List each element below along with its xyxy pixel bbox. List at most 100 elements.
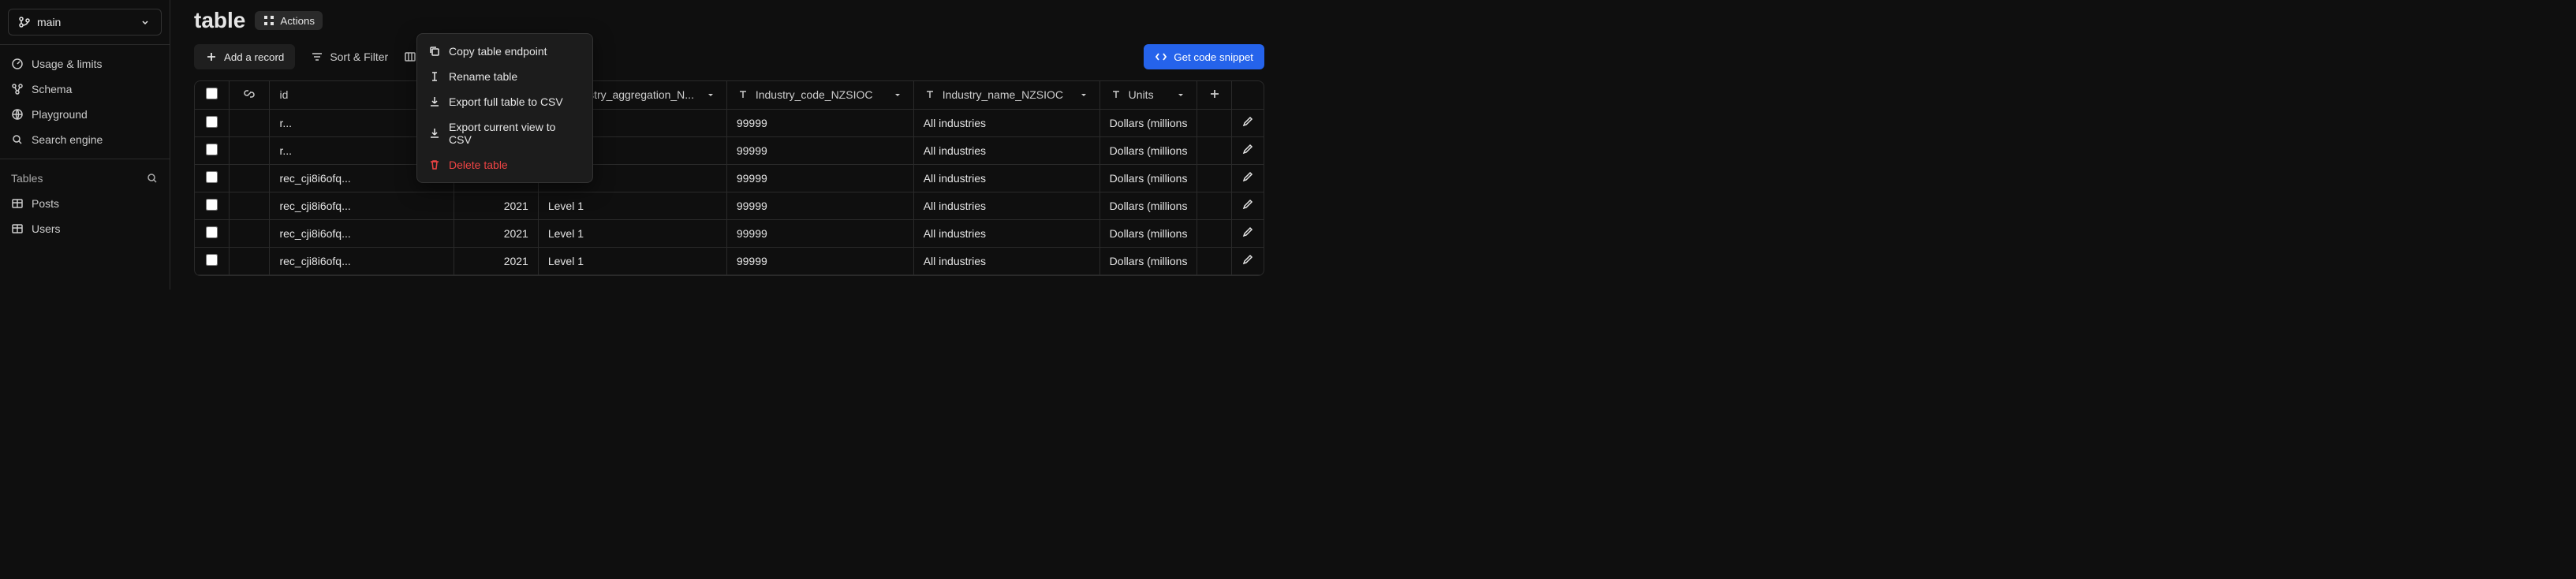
row-select[interactable] [195, 109, 229, 136]
rename-icon [428, 70, 441, 83]
edit-row-button[interactable] [1231, 192, 1264, 219]
toolbar: Add a record Sort & Filter Columns Get c… [170, 33, 1288, 80]
table-icon [11, 222, 24, 235]
column-label: Units [1129, 88, 1154, 101]
actions-menu: Copy table endpoint Rename table Export … [416, 33, 593, 183]
edit-header [1231, 81, 1264, 109]
main: table Actions Copy table endpoint Rename… [170, 0, 1288, 290]
sidebar-table-label: Users [32, 222, 61, 235]
table-row: rec_cji8i6ofq...2021Level 199999All indu… [195, 192, 1264, 219]
menu-delete-table[interactable]: Delete table [417, 152, 592, 177]
cell-name: All industries [913, 109, 1099, 136]
sidebar-item-label: Playground [32, 108, 88, 121]
edit-row-button[interactable] [1231, 219, 1264, 247]
cell-empty [1197, 192, 1231, 219]
table-row: rec_cji8i6ofq...2021Level 199999All indu… [195, 164, 1264, 192]
cell-code: 99999 [726, 192, 913, 219]
chevron-down-icon[interactable] [1174, 88, 1187, 101]
menu-export-full[interactable]: Export full table to CSV [417, 89, 592, 114]
cell-units: Dollars (millions [1099, 219, 1197, 247]
chevron-down-icon[interactable] [704, 88, 717, 101]
sidebar-table-users[interactable]: Users [0, 216, 170, 241]
table-row: r...2021Level 199999All industriesDollar… [195, 136, 1264, 164]
plus-icon [205, 50, 218, 63]
copy-icon [428, 45, 441, 58]
table-row: r...2021Level 199999All industriesDollar… [195, 109, 1264, 136]
search-icon[interactable] [146, 172, 159, 185]
row-checkbox[interactable] [206, 254, 218, 266]
cell-units: Dollars (millions [1099, 109, 1197, 136]
cell-code: 99999 [726, 247, 913, 275]
table-icon [11, 197, 24, 210]
cell-name: All industries [913, 164, 1099, 192]
row-checkbox[interactable] [206, 116, 218, 128]
sidebar-table-posts[interactable]: Posts [0, 191, 170, 216]
edit-row-button[interactable] [1231, 247, 1264, 275]
cell-units: Dollars (millions [1099, 247, 1197, 275]
gauge-icon [11, 58, 24, 70]
pencil-icon [1241, 226, 1254, 238]
row-select[interactable] [195, 192, 229, 219]
cell-name: All industries [913, 192, 1099, 219]
row-link [229, 192, 270, 219]
sidebar-item-usage[interactable]: Usage & limits [0, 51, 170, 77]
column-header-code[interactable]: Industry_code_NZSIOC [726, 81, 913, 109]
actions-button[interactable]: Actions [255, 11, 323, 30]
code-icon [1155, 50, 1167, 63]
row-checkbox[interactable] [206, 144, 218, 155]
menu-copy-endpoint[interactable]: Copy table endpoint [417, 39, 592, 64]
pencil-icon [1241, 253, 1254, 266]
branch-icon [18, 16, 31, 28]
menu-item-label: Rename table [449, 70, 517, 83]
edit-row-button[interactable] [1231, 136, 1264, 164]
sort-filter-button[interactable]: Sort & Filter [311, 50, 388, 63]
tables-section: Tables Posts Users [0, 159, 170, 248]
cell-units: Dollars (millions [1099, 192, 1197, 219]
cell-empty [1197, 136, 1231, 164]
row-link [229, 109, 270, 136]
get-code-snippet-button[interactable]: Get code snippet [1144, 44, 1264, 69]
add-record-button[interactable]: Add a record [194, 44, 295, 69]
row-select[interactable] [195, 136, 229, 164]
cell-agg: Level 1 [538, 192, 726, 219]
menu-export-current[interactable]: Export current view to CSV [417, 114, 592, 152]
edit-row-button[interactable] [1231, 164, 1264, 192]
search-engine-icon [11, 133, 24, 146]
trash-icon [428, 159, 441, 171]
cell-empty [1197, 164, 1231, 192]
sidebar-item-search-engine[interactable]: Search engine [0, 127, 170, 152]
chevron-down-icon[interactable] [1077, 88, 1090, 101]
chevron-down-icon[interactable] [891, 88, 904, 101]
menu-item-label: Copy table endpoint [449, 45, 547, 58]
cell-empty [1197, 109, 1231, 136]
text-icon [924, 88, 936, 101]
row-checkbox[interactable] [206, 226, 218, 238]
column-header-units[interactable]: Units [1099, 81, 1197, 109]
branch-selector[interactable]: main [8, 9, 162, 35]
plus-icon [1208, 88, 1221, 100]
column-label: Industry_code_NZSIOC [756, 88, 873, 101]
sidebar-item-schema[interactable]: Schema [0, 77, 170, 102]
row-checkbox[interactable] [206, 171, 218, 183]
row-select[interactable] [195, 247, 229, 275]
cell-units: Dollars (millions [1099, 164, 1197, 192]
row-select[interactable] [195, 164, 229, 192]
globe-icon [11, 108, 24, 121]
edit-row-button[interactable] [1231, 109, 1264, 136]
cell-name: All industries [913, 247, 1099, 275]
add-column-button[interactable] [1197, 81, 1231, 109]
columns-icon [404, 50, 416, 63]
select-all-header[interactable] [195, 81, 229, 109]
snippet-label: Get code snippet [1174, 51, 1253, 63]
select-all-checkbox[interactable] [206, 88, 218, 99]
row-checkbox[interactable] [206, 199, 218, 211]
text-icon [737, 88, 749, 101]
schema-icon [11, 83, 24, 95]
link-header [229, 81, 270, 109]
menu-rename-table[interactable]: Rename table [417, 64, 592, 89]
column-header-name[interactable]: Industry_name_NZSIOC [913, 81, 1099, 109]
table-row: rec_cji8i6ofq...2021Level 199999All indu… [195, 219, 1264, 247]
sidebar-item-playground[interactable]: Playground [0, 102, 170, 127]
row-select[interactable] [195, 219, 229, 247]
tables-header-label: Tables [11, 172, 43, 185]
